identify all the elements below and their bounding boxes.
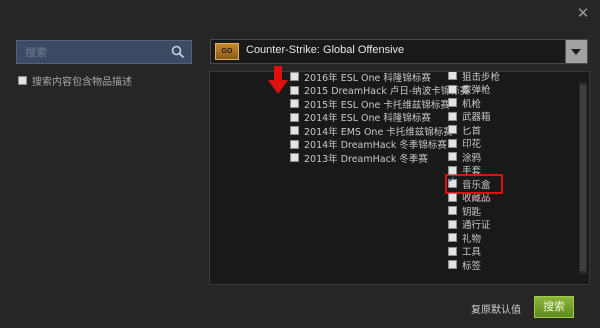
csgo-logo-icon: GO	[215, 43, 239, 60]
checkbox[interactable]	[290, 112, 299, 122]
type-item[interactable]: 收藏品	[448, 191, 500, 205]
checkbox-label: 搜索内容包含物品描述	[32, 77, 132, 88]
type-item[interactable]: 手套	[448, 164, 500, 178]
type-label: 通行证	[462, 220, 491, 232]
type-filter-column: 狙击步枪霰弹枪机枪武器箱匕首印花涂鸦手套音乐盒收藏品钥匙通行证礼物工具标签	[444, 71, 504, 272]
tournament-item[interactable]: 2016年 ESL One 科隆锦标赛	[290, 72, 469, 84]
tournament-item[interactable]: 2014年 EMS One 卡托维兹锦标赛	[290, 124, 469, 138]
close-icon[interactable]: ✕	[574, 4, 592, 22]
scrollbar[interactable]	[579, 82, 587, 274]
checkbox[interactable]	[448, 125, 457, 135]
type-label: 狙击步枪	[462, 71, 501, 83]
tournament-label: 2015 DreamHack 卢日-纳波卡锦标赛	[304, 86, 470, 98]
tournament-item[interactable]: 2015 DreamHack 卢日-纳波卡锦标赛	[290, 84, 470, 98]
arrow-down-icon	[268, 66, 288, 94]
tournament-item[interactable]: 2013年 DreamHack 冬季赛	[290, 151, 469, 165]
tournament-label: 2014年 ESL One 科隆锦标赛	[304, 113, 431, 125]
type-item[interactable]: 工具	[448, 245, 500, 259]
type-label: 音乐盒	[462, 179, 491, 191]
checkbox[interactable]	[290, 153, 299, 163]
type-label: 武器箱	[462, 112, 491, 124]
checkbox[interactable]	[18, 76, 27, 85]
type-item[interactable]: 钥匙	[448, 204, 500, 218]
tournament-label: 2014年 DreamHack 冬季锦标赛	[304, 140, 447, 152]
type-item[interactable]: 涂鸦	[448, 150, 500, 164]
type-label: 霰弹枪	[462, 85, 491, 97]
tournament-item[interactable]: 2015年 ESL One 卡托维兹锦标赛	[290, 97, 469, 111]
filter-list-panel: 2016年 ESL One 科隆锦标赛 2015 DreamHack 卢日-纳波卡…	[209, 71, 590, 285]
type-label: 匕首	[462, 125, 482, 137]
search-button[interactable]: 搜索	[534, 296, 574, 318]
checkbox[interactable]	[290, 72, 299, 82]
type-item[interactable]: 霰弹枪	[448, 83, 500, 97]
checkbox[interactable]	[448, 219, 457, 229]
type-item[interactable]: 标签	[448, 258, 500, 272]
tournament-item[interactable]: 2014年 DreamHack 冬季锦标赛	[290, 138, 469, 152]
checkbox[interactable]	[448, 152, 457, 162]
scrollbar-thumb[interactable]	[580, 85, 586, 271]
type-label: 标签	[462, 260, 482, 272]
reset-defaults-button[interactable]: 复原默认值	[471, 301, 521, 316]
type-item[interactable]: 狙击步枪	[448, 71, 501, 83]
tournament-label: 2016年 ESL One 科隆锦标赛	[304, 72, 431, 84]
checkbox[interactable]	[448, 260, 457, 270]
type-item[interactable]: 机枪	[448, 96, 500, 110]
search-field[interactable]	[16, 40, 192, 64]
search-description-checkbox[interactable]: 搜索内容包含物品描述	[18, 73, 132, 88]
checkbox[interactable]	[448, 165, 457, 175]
type-item[interactable]: 印花	[448, 137, 500, 151]
tournament-filter-column: 2016年 ESL One 科隆锦标赛 2015 DreamHack 卢日-纳波卡…	[290, 72, 470, 165]
game-select[interactable]: GO Counter-Strike: Global Offensive	[210, 39, 588, 64]
search-input[interactable]	[17, 41, 165, 63]
type-label: 涂鸦	[462, 152, 482, 164]
search-icon[interactable]	[171, 45, 185, 59]
tournament-item[interactable]: 2014年 ESL One 科隆锦标赛	[290, 111, 469, 125]
type-label: 机枪	[462, 98, 482, 110]
chevron-down-icon[interactable]	[565, 40, 587, 63]
checkbox[interactable]	[448, 72, 457, 81]
checkbox[interactable]	[448, 246, 457, 256]
checkbox[interactable]	[448, 206, 457, 216]
type-item[interactable]: 礼物	[448, 231, 500, 245]
type-item[interactable]: 音乐盒	[444, 174, 504, 194]
checkbox[interactable]	[448, 138, 457, 148]
checkbox[interactable]	[448, 84, 457, 94]
type-label: 钥匙	[462, 206, 482, 218]
game-name: Counter-Strike: Global Offensive	[246, 44, 405, 56]
tournament-label: 2013年 DreamHack 冬季赛	[304, 153, 428, 165]
type-item[interactable]: 武器箱	[448, 110, 500, 124]
checkbox[interactable]	[448, 233, 457, 243]
checkbox[interactable]	[448, 98, 457, 108]
type-label: 工具	[462, 247, 482, 259]
type-label: 礼物	[462, 233, 482, 245]
type-label: 收藏品	[462, 193, 491, 205]
checkbox[interactable]	[290, 85, 299, 95]
checkbox[interactable]	[290, 139, 299, 149]
tournament-label: 2015年 ESL One 卡托维兹锦标赛	[304, 99, 450, 111]
type-label: 印花	[462, 139, 482, 151]
checkbox[interactable]	[448, 111, 457, 121]
type-item[interactable]: 通行证	[448, 218, 500, 232]
checkbox[interactable]	[290, 99, 299, 109]
checkbox[interactable]	[290, 126, 299, 136]
type-item[interactable]: 匕首	[448, 123, 500, 137]
checkbox[interactable]	[448, 192, 457, 202]
checkbox[interactable]	[448, 175, 457, 189]
tournament-label: 2014年 EMS One 卡托维兹锦标赛	[304, 126, 453, 138]
type-label: 手套	[462, 166, 482, 178]
